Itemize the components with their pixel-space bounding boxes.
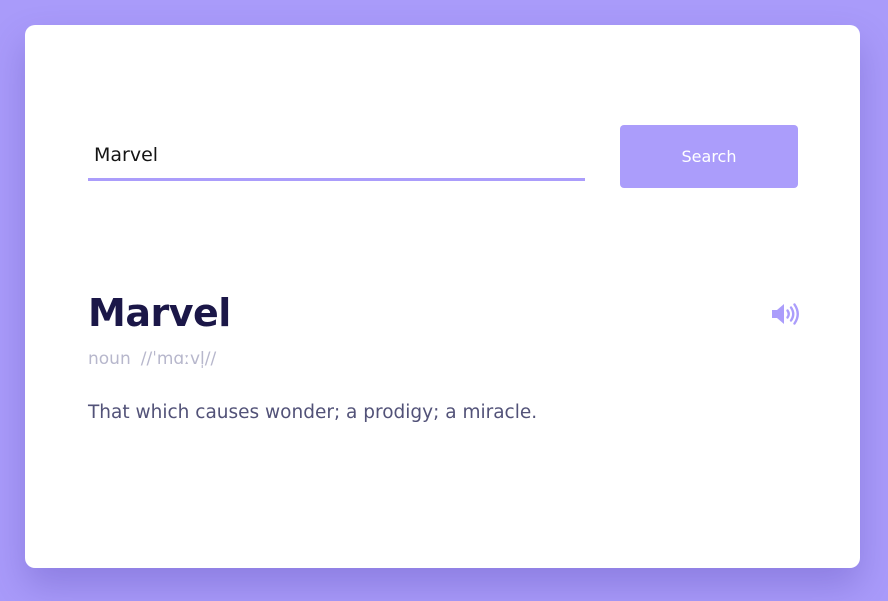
search-button[interactable]: Search — [620, 125, 798, 188]
word-meta: noun //ˈmɑːvl̩// — [88, 349, 216, 369]
play-pronunciation-button[interactable] — [770, 301, 800, 327]
definition-text: That which causes wonder; a prodigy; a m… — [88, 402, 538, 423]
phonetic: //ˈmɑːvl̩// — [140, 349, 217, 369]
search-input[interactable] — [88, 131, 585, 181]
result-word: Marvel — [88, 291, 231, 335]
speaker-volume-icon — [772, 303, 799, 325]
dictionary-card: Search Marvel noun //ˈmɑːvl̩// That which… — [25, 25, 860, 568]
search-bar: Search — [88, 125, 799, 188]
part-of-speech: noun — [88, 349, 131, 369]
